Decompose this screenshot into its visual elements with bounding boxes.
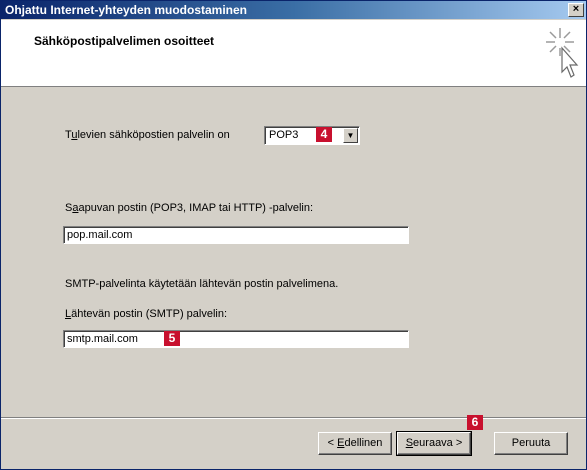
close-button[interactable]: × — [568, 3, 584, 17]
window-title: Ohjattu Internet-yhteyden muodostaminen — [5, 3, 248, 17]
cancel-button[interactable]: Peruuta — [494, 432, 568, 455]
back-button[interactable]: < Edellinen — [318, 432, 392, 455]
incoming-server-label: Saapuvan postin (POP3, IMAP tai HTTP) -p… — [65, 202, 314, 214]
step-badge-4: 4 — [316, 127, 332, 142]
step-badge-5: 5 — [164, 331, 180, 346]
page-title: Sähköpostipalvelimen osoitteet — [34, 34, 215, 48]
incoming-type-select[interactable]: POP3 ▼ — [264, 126, 360, 145]
incoming-type-label: Tulevien sähköpostien palvelin on — [65, 129, 230, 141]
incoming-type-value: POP3 — [269, 129, 299, 141]
smtp-note: SMTP-palvelinta käytetään lähtevän posti… — [65, 278, 339, 290]
wizard-window: Ohjattu Internet-yhteyden muodostaminen … — [0, 0, 587, 470]
footer-divider — [1, 417, 586, 419]
step-badge-6: 6 — [467, 415, 483, 430]
wizard-star-cursor-icon — [546, 28, 579, 78]
wizard-header: Sähköpostipalvelimen osoitteet — [1, 20, 586, 87]
chevron-down-icon[interactable]: ▼ — [343, 128, 358, 143]
outgoing-server-label: Lähtevän postin (SMTP) palvelin: — [65, 308, 228, 320]
incoming-server-input[interactable]: pop.mail.com — [63, 226, 409, 244]
next-button[interactable]: Seuraava > — [396, 431, 472, 456]
outgoing-server-input[interactable]: smtp.mail.com — [63, 330, 409, 348]
title-bar: Ohjattu Internet-yhteyden muodostaminen … — [1, 1, 586, 19]
